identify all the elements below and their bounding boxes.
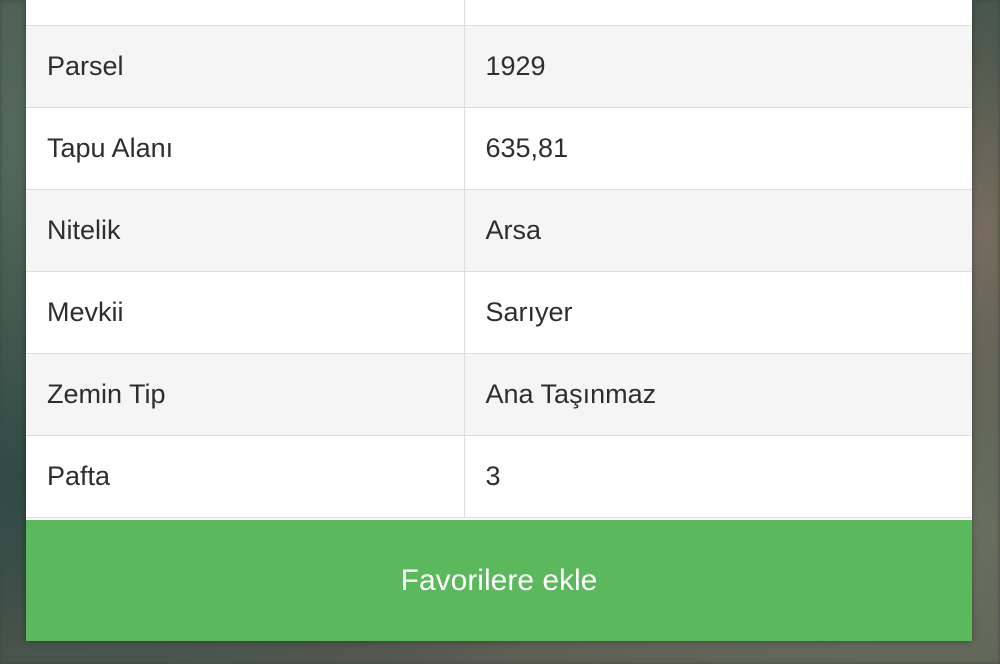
table-row <box>26 0 972 26</box>
table-row: Zemin Tip Ana Taşınmaz <box>26 353 972 436</box>
table-row: Nitelik Arsa <box>26 189 972 272</box>
row-label-zemin-tip: Zemin Tip <box>26 353 465 436</box>
row-label <box>26 0 465 26</box>
row-label-parsel: Parsel <box>26 25 465 108</box>
row-label-mevkii: Mevkii <box>26 271 465 354</box>
parcel-info-panel: Parsel 1929 Tapu Alanı 635,81 Nitelik Ar… <box>26 0 972 641</box>
parcel-info-table: Parsel 1929 Tapu Alanı 635,81 Nitelik Ar… <box>26 0 972 518</box>
row-value-tapu-alani: 635,81 <box>464 107 972 190</box>
add-to-favorites-button[interactable]: Favorilere ekle <box>26 520 972 641</box>
row-value-pafta: 3 <box>464 435 972 518</box>
table-row: Parsel 1929 <box>26 25 972 108</box>
row-label-nitelik: Nitelik <box>26 189 465 272</box>
row-label-tapu-alani: Tapu Alanı <box>26 107 465 190</box>
table-row: Tapu Alanı 635,81 <box>26 107 972 190</box>
row-value-parsel: 1929 <box>464 25 972 108</box>
row-value-nitelik: Arsa <box>464 189 972 272</box>
table-row: Mevkii Sarıyer <box>26 271 972 354</box>
row-value-zemin-tip: Ana Taşınmaz <box>464 353 972 436</box>
table-row: Pafta 3 <box>26 435 972 518</box>
row-label-pafta: Pafta <box>26 435 465 518</box>
row-value <box>464 0 972 26</box>
row-value-mevkii: Sarıyer <box>464 271 972 354</box>
